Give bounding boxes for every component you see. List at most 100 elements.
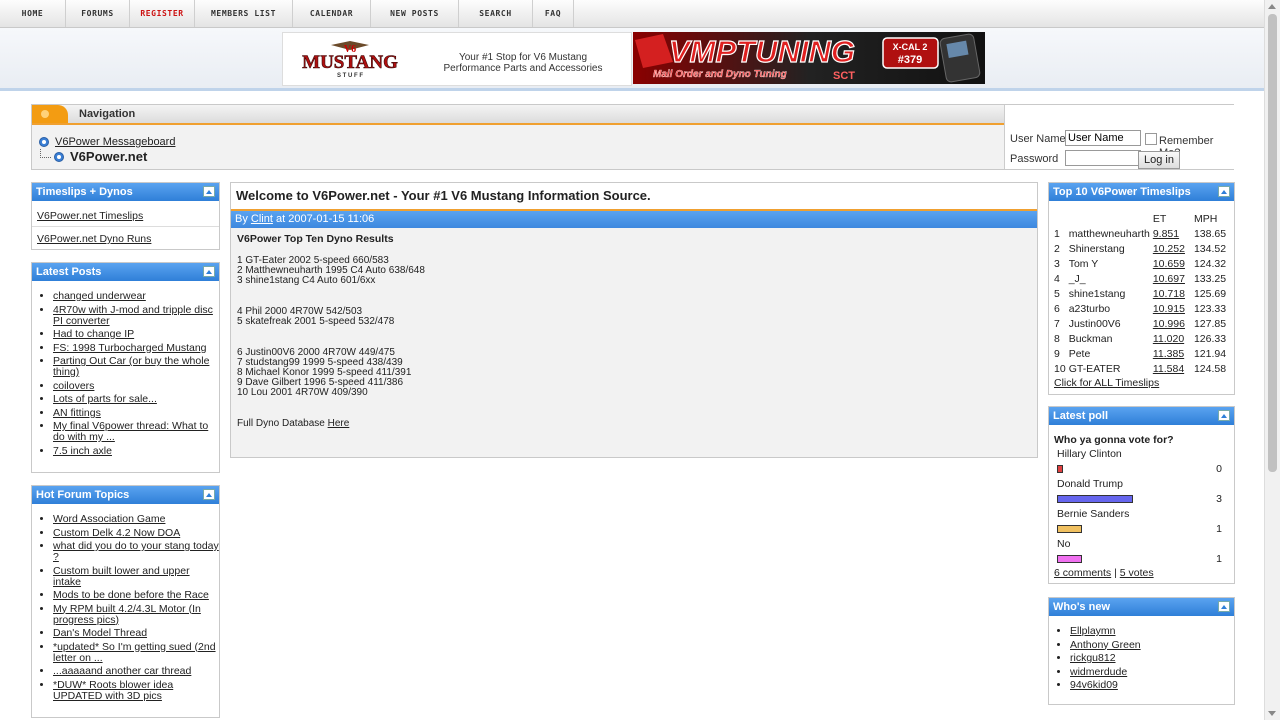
mph-value: 138.65 (1193, 227, 1227, 240)
hot-topic-link[interactable]: Custom built lower and upper intake (53, 565, 190, 588)
et-link[interactable]: 10.252 (1153, 243, 1185, 255)
list-item: Had to change IP (53, 329, 219, 340)
hot-topic-link[interactable]: *updated* So I'm getting sued (2nd lette… (53, 641, 216, 664)
latest-post-link[interactable]: My final V6power thread: What to do with… (53, 420, 208, 443)
topnav-item-home[interactable]: Home (0, 0, 66, 27)
latest-post-link[interactable]: Parting Out Car (or buy the whole thing) (53, 355, 209, 378)
navigation-box: Navigation V6Power Messageboard V6Power.… (31, 104, 1235, 170)
new-member-link[interactable]: 94v6kid09 (1070, 679, 1118, 691)
hot-topic-link[interactable]: Custom Delk 4.2 Now DOA (53, 527, 180, 539)
collapse-icon[interactable] (203, 186, 215, 197)
latest-post-link[interactable]: FS: 1998 Turbocharged Mustang (53, 342, 207, 354)
hot-topic-link[interactable]: *DUW* Roots blower idea UPDATED with 3D … (53, 679, 173, 702)
et-link[interactable]: 9.851 (1153, 228, 1179, 240)
breadcrumb-current: V6Power.net (40, 149, 147, 164)
latest-post-link[interactable]: changed underwear (53, 290, 146, 302)
list-item: Anthony Green (1070, 639, 1234, 651)
ad-vmp-tuning[interactable]: VMPTUNING Mail Order and Dyno Tuning X-C… (633, 32, 985, 84)
et-link[interactable]: 10.697 (1153, 273, 1185, 285)
latest-post-link[interactable]: coilovers (53, 380, 94, 392)
et-link[interactable]: 10.659 (1153, 258, 1185, 270)
et-cell: 10.697 (1153, 271, 1188, 286)
dyno-group-1: 1 GT-Eater 2002 5-speed 660/583 2 Matthew… (237, 256, 1031, 286)
collapse-icon[interactable] (1218, 601, 1230, 612)
dyno-database-link[interactable]: Here (328, 418, 350, 429)
latest-posts-block: Latest Posts changed underwear 4R70w with… (31, 262, 220, 473)
post-date: at 2007-01-15 11:06 (275, 213, 375, 225)
latest-post-link[interactable]: Lots of parts for sale... (53, 393, 157, 405)
breadcrumb-parent-link[interactable]: V6Power Messageboard (55, 136, 175, 148)
member-name: Shinerstang (1068, 242, 1125, 255)
latest-post-link[interactable]: 7.5 inch axle (53, 445, 112, 457)
hot-topic-link[interactable]: Mods to be done before the Race (53, 589, 209, 601)
post-author-link[interactable]: Clint (251, 213, 273, 225)
list-item: FS: 1998 Turbocharged Mustang (53, 342, 219, 354)
whos-new-header: Who's new (1049, 598, 1234, 616)
et-link[interactable]: 10.718 (1153, 288, 1185, 300)
hot-topic-link[interactable]: Word Association Game (53, 513, 165, 525)
table-row: 5 shine1stang 10.718 125.69 (1054, 286, 1229, 301)
latest-post-link[interactable]: Had to change IP (53, 328, 134, 340)
et-cell: 10.252 (1153, 241, 1188, 256)
vmp-brand-text: SCT (833, 70, 855, 82)
hot-topic-link[interactable]: what did you do to your stang today ? (53, 540, 219, 563)
topnav-item-members-list[interactable]: Members List (195, 0, 293, 27)
username-input[interactable] (1065, 130, 1141, 146)
new-member-link[interactable]: Anthony Green (1070, 639, 1141, 651)
topnav-item-new-posts[interactable]: New Posts (371, 0, 459, 27)
dyno-result-line: 10 Lou 2001 4R70W 409/390 (237, 387, 368, 398)
topnav-item-search[interactable]: Search (459, 0, 533, 27)
rank: 9 (1054, 347, 1060, 360)
poll-header: Latest poll (1049, 407, 1234, 425)
new-member-link[interactable]: widmerdude (1070, 666, 1127, 678)
welcome-post: Welcome to V6Power.net - Your #1 V6 Must… (230, 182, 1038, 458)
dyno-result-line: 3 shine1stang C4 Auto 601/6xx (237, 275, 376, 286)
latest-post-link[interactable]: AN fittings (53, 407, 101, 419)
login-button[interactable]: Log in (1138, 151, 1180, 169)
vertical-scrollbar[interactable] (1264, 0, 1280, 720)
list-item: Lots of parts for sale... (53, 394, 219, 405)
hot-topic-link[interactable]: ...aaaaand another car thread (53, 665, 191, 677)
dyno-runs-link[interactable]: V6Power.net Dyno Runs (37, 233, 151, 245)
rank: 4 (1054, 272, 1060, 285)
collapse-icon[interactable] (1218, 186, 1230, 197)
et-link[interactable]: 10.915 (1153, 303, 1185, 315)
scroll-up-arrow-icon[interactable] (1268, 4, 1276, 9)
top10-title: Top 10 V6Power Timeslips (1053, 186, 1191, 198)
hot-topic-link[interactable]: My RPM built 4.2/4.3L Motor (In progress… (53, 603, 201, 626)
password-input[interactable] (1065, 150, 1141, 166)
latest-post-link[interactable]: 4R70w with J-mod and tripple disc PI con… (53, 304, 213, 327)
ad-v6-mustang-stuff[interactable]: V6 MUSTANG S T U F F Your #1 Stop for V6… (282, 32, 632, 86)
poll-result-bar (1057, 525, 1082, 533)
latest-posts-list: changed underwear 4R70w with J-mod and tr… (32, 291, 219, 457)
post-title: Welcome to V6Power.net - Your #1 V6 Must… (231, 183, 1037, 211)
collapse-icon[interactable] (203, 489, 215, 500)
et-link[interactable]: 11.385 (1153, 348, 1184, 360)
poll-votes-link[interactable]: 5 votes (1120, 567, 1154, 579)
new-member-link[interactable]: rickgu812 (1070, 652, 1116, 664)
all-timeslips-link[interactable]: Click for ALL Timeslips (1054, 377, 1159, 389)
et-link[interactable]: 11.020 (1153, 333, 1184, 345)
banner-strip (0, 28, 1264, 91)
collapse-icon[interactable] (203, 266, 215, 277)
collapse-icon[interactable] (1218, 410, 1230, 421)
topnav-item-forums[interactable]: Forums (66, 0, 130, 27)
vmp-tuning-logo: VMPTUNING Mail Order and Dyno Tuning X-C… (633, 32, 985, 84)
et-link[interactable]: 10.996 (1153, 318, 1185, 330)
timeslips-link[interactable]: V6Power.net Timeslips (37, 210, 143, 222)
poll-comments-link[interactable]: 6 comments (1054, 567, 1111, 579)
list-item: what did you do to your stang today ? (53, 541, 219, 563)
scroll-down-arrow-icon[interactable] (1268, 711, 1276, 716)
mph-value: 133.25 (1193, 272, 1227, 285)
remember-me-checkbox[interactable] (1145, 133, 1157, 145)
breadcrumb-parent: V6Power Messageboard (39, 136, 175, 148)
rank: 2 (1054, 242, 1060, 255)
topnav-item-calendar[interactable]: Calendar (293, 0, 371, 27)
hot-topic-link[interactable]: Dan's Model Thread (53, 627, 147, 639)
topnav-item-register[interactable]: Register (130, 0, 195, 27)
topnav-item-faq[interactable]: FAQ (533, 0, 574, 27)
scroll-thumb[interactable] (1268, 14, 1277, 472)
member-name: Pete (1068, 347, 1091, 360)
et-link[interactable]: 11.584 (1153, 363, 1184, 375)
new-member-link[interactable]: Ellplaymn (1070, 625, 1116, 637)
